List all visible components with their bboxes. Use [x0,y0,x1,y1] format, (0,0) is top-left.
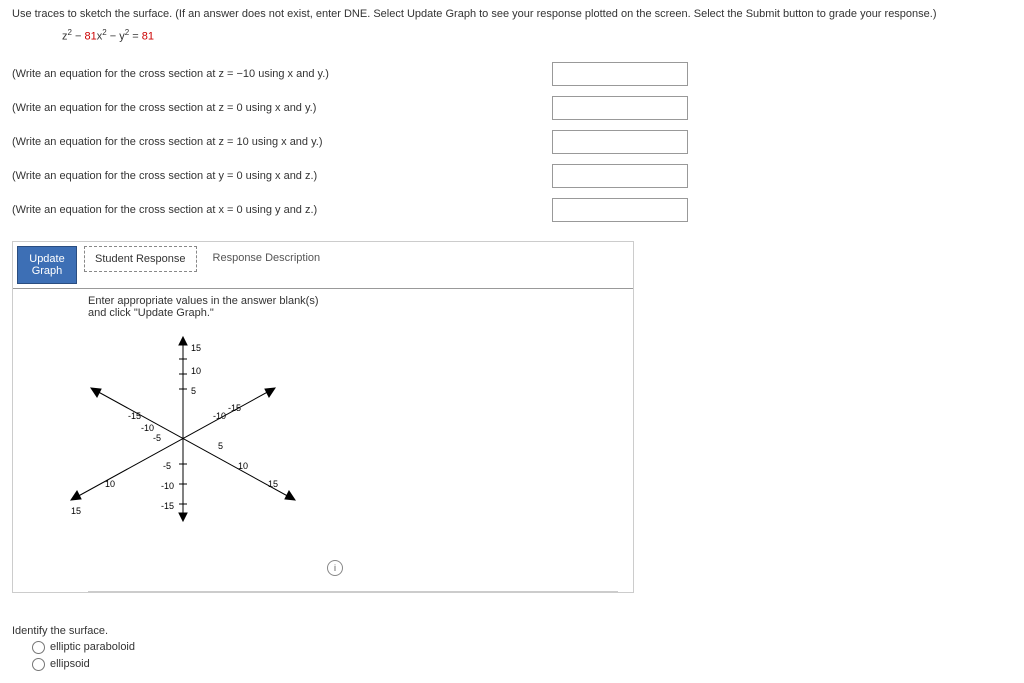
prompt-z-0: (Write an equation for the cross section… [12,102,552,114]
prompt-z-10: (Write an equation for the cross section… [12,136,552,148]
surface-equation: z2 − 81x2 − y2 = 81 [62,28,1012,43]
answer-input-1[interactable] [552,62,688,86]
eq-exp3: 2 [125,28,129,37]
y-axis-15r: 15 [268,479,278,489]
eq-minus-y: − y [107,31,125,43]
answer-input-4[interactable] [552,164,688,188]
prompt-z-neg10: (Write an equation for the cross section… [12,68,552,80]
axis-tick-n15: -15 [161,501,174,511]
answer-input-2[interactable] [552,96,688,120]
axis-tick-5: 5 [191,386,196,396]
n15-right: -15 [228,403,241,413]
answer-input-3[interactable] [552,130,688,154]
info-icon[interactable]: i [327,560,343,576]
eq-exp2: 2 [102,28,106,37]
radio-elliptic-paraboloid[interactable] [32,641,45,654]
answer-input-5[interactable] [552,198,688,222]
tab-student-response[interactable]: Student Response [84,246,197,272]
panel-divider [88,591,618,592]
x-axis-15: 15 [71,506,81,516]
graph-panel: Update Graph Student Response Response D… [12,241,634,593]
prompt-x-0: (Write an equation for the cross section… [12,204,552,216]
x-axis-10: 10 [105,479,115,489]
eq-minus1: − [72,31,85,43]
tab-response-description[interactable]: Response Description [203,246,331,270]
prompt-y-0: (Write an equation for the cross section… [12,170,552,182]
problem-instructions: Use traces to sketch the surface. (If an… [12,8,1012,20]
axes-svg: 15 10 5 -5 -10 -15 15 10 5 10 15 -15 -10… [13,319,353,579]
n10-right: -10 [213,411,226,421]
eq-coef81: 81 [85,31,97,43]
identify-heading: Identify the surface. [12,625,1012,637]
y-axis-10r: 10 [238,461,248,471]
axis-tick-n10: -10 [161,481,174,491]
label-elliptic-paraboloid: elliptic paraboloid [50,641,135,653]
hint-line-2: and click "Update Graph." [88,307,214,319]
axis-tick-n5: -5 [163,461,171,471]
radio-ellipsoid[interactable] [32,658,45,671]
hint-line-1: Enter appropriate values in the answer b… [88,295,319,307]
axis-tick-15: 15 [191,343,201,353]
eq-equals: = [129,31,142,43]
n10-left: -10 [141,423,154,433]
eq-exp1: 2 [68,28,72,37]
eq-rhs: 81 [142,31,154,43]
axis-tick-10: 10 [191,366,201,376]
n15-left: -15 [128,411,141,421]
label-ellipsoid: ellipsoid [50,658,90,670]
eq-z: z [62,31,68,43]
plot-3d-axes: 15 10 5 -5 -10 -15 15 10 5 10 15 -15 -10… [13,319,633,589]
x-axis-5r: 5 [218,441,223,451]
graph-hint: Enter appropriate values in the answer b… [88,295,633,319]
update-graph-button[interactable]: Update Graph [17,246,77,284]
n5-left: -5 [153,433,161,443]
